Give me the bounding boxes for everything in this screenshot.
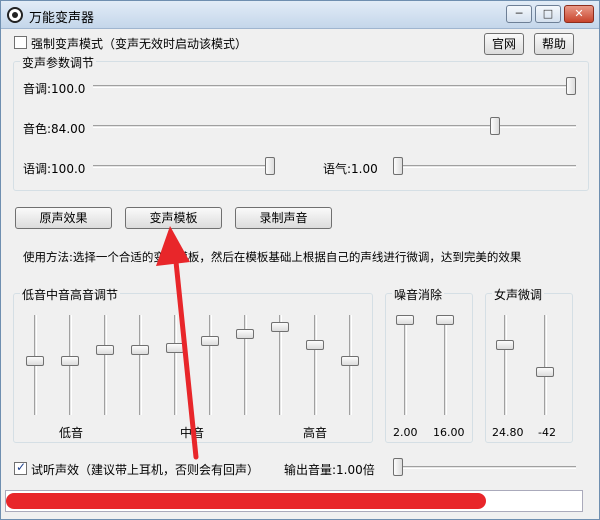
pitch-label: 音调:100.0 [23,82,86,96]
record-voice-button[interactable]: 录制声音 [235,207,332,229]
original-effect-button[interactable]: 原声效果 [15,207,112,229]
noise-value-1: 2.00 [393,426,418,439]
annotation-arrow-shaft [172,249,199,460]
noise-value-2: 16.00 [433,426,465,439]
female-value-1: 24.80 [492,426,524,439]
speed-slider-track[interactable] [93,165,275,168]
timbre-slider-thumb[interactable] [490,117,501,135]
annotation-arrow-head [156,226,190,266]
timbre-slider-track[interactable] [93,125,576,128]
listen-label: 试听声效（建议带上耳机，否则会有回声） [31,463,260,477]
close-button[interactable]: ✕ [564,5,594,23]
tone-label: 语气:1.00 [323,162,378,176]
noise-slider-track-1[interactable] [404,315,407,415]
female-slider-track-1[interactable] [504,315,507,415]
tone-slider-track[interactable] [393,165,576,168]
eq-band-thumb-10[interactable] [341,356,359,367]
timbre-label: 音色:84.00 [23,122,86,136]
pitch-slider-thumb[interactable] [566,77,576,95]
noise-slider-thumb-2[interactable] [436,315,454,325]
eq-band-thumb-7[interactable] [236,329,254,340]
voice-params-legend: 变声参数调节 [20,54,97,71]
eq-band-thumb-4[interactable] [131,344,149,355]
female-slider-thumb-2[interactable] [536,367,554,378]
usage-text: 使用方法:选择一个合适的变声模板，然后在模板基础上根据自己的声线进行微调，达到完… [23,250,522,264]
force-mode-checkbox[interactable] [14,36,27,49]
minimize-button[interactable]: ─ [506,5,532,23]
eq-band-thumb-9[interactable] [306,340,324,351]
female-value-2: -42 [538,426,556,439]
app-headphone-icon [7,7,23,23]
maximize-button[interactable]: □ [535,5,561,23]
female-group: 女声微调 [485,286,573,443]
red-scribble-overlay [6,493,486,509]
listen-checkbox[interactable] [14,460,27,475]
app-window: 万能变声器 ─ □ ✕ 强制变声模式（变声无效时启动该模式） 官网 帮助 变声参… [0,0,600,520]
tone-slider-thumb[interactable] [393,157,403,175]
speed-label: 语调:100.0 [23,162,86,176]
eq-band-thumb-2[interactable] [61,356,79,367]
eq-high-label: 高音 [303,426,328,440]
eq-band-track-3[interactable] [104,315,107,415]
eq-band-track-9[interactable] [314,315,317,415]
speed-slider-thumb[interactable] [265,157,275,175]
noise-slider-track-2[interactable] [444,315,447,415]
output-volume-thumb[interactable] [393,458,403,476]
pitch-slider-track[interactable] [93,85,576,88]
annotation-arrow [156,226,199,460]
output-volume-track[interactable] [393,466,576,469]
female-slider-track-2[interactable] [544,315,547,415]
female-legend: 女声微调 [492,286,545,303]
status-field[interactable] [5,490,583,512]
equalizer-legend: 低音中音高音调节 [20,286,121,303]
force-mode-label: 强制变声模式（变声无效时启动该模式） [31,37,248,51]
website-button[interactable]: 官网 [484,33,524,55]
help-button[interactable]: 帮助 [534,33,574,55]
title-bar: 万能变声器 ─ □ ✕ [1,1,599,29]
eq-band-track-4[interactable] [139,315,142,415]
eq-low-label: 低音 [59,426,84,440]
window-title: 万能变声器 [29,11,95,26]
noise-legend: 噪音消除 [392,286,445,303]
female-slider-thumb-1[interactable] [496,340,514,351]
eq-band-thumb-8[interactable] [271,322,289,333]
eq-band-thumb-1[interactable] [26,356,44,367]
output-volume-label: 输出音量:1.00倍 [284,463,375,477]
noise-slider-thumb-1[interactable] [396,315,414,325]
eq-band-thumb-3[interactable] [96,344,114,355]
